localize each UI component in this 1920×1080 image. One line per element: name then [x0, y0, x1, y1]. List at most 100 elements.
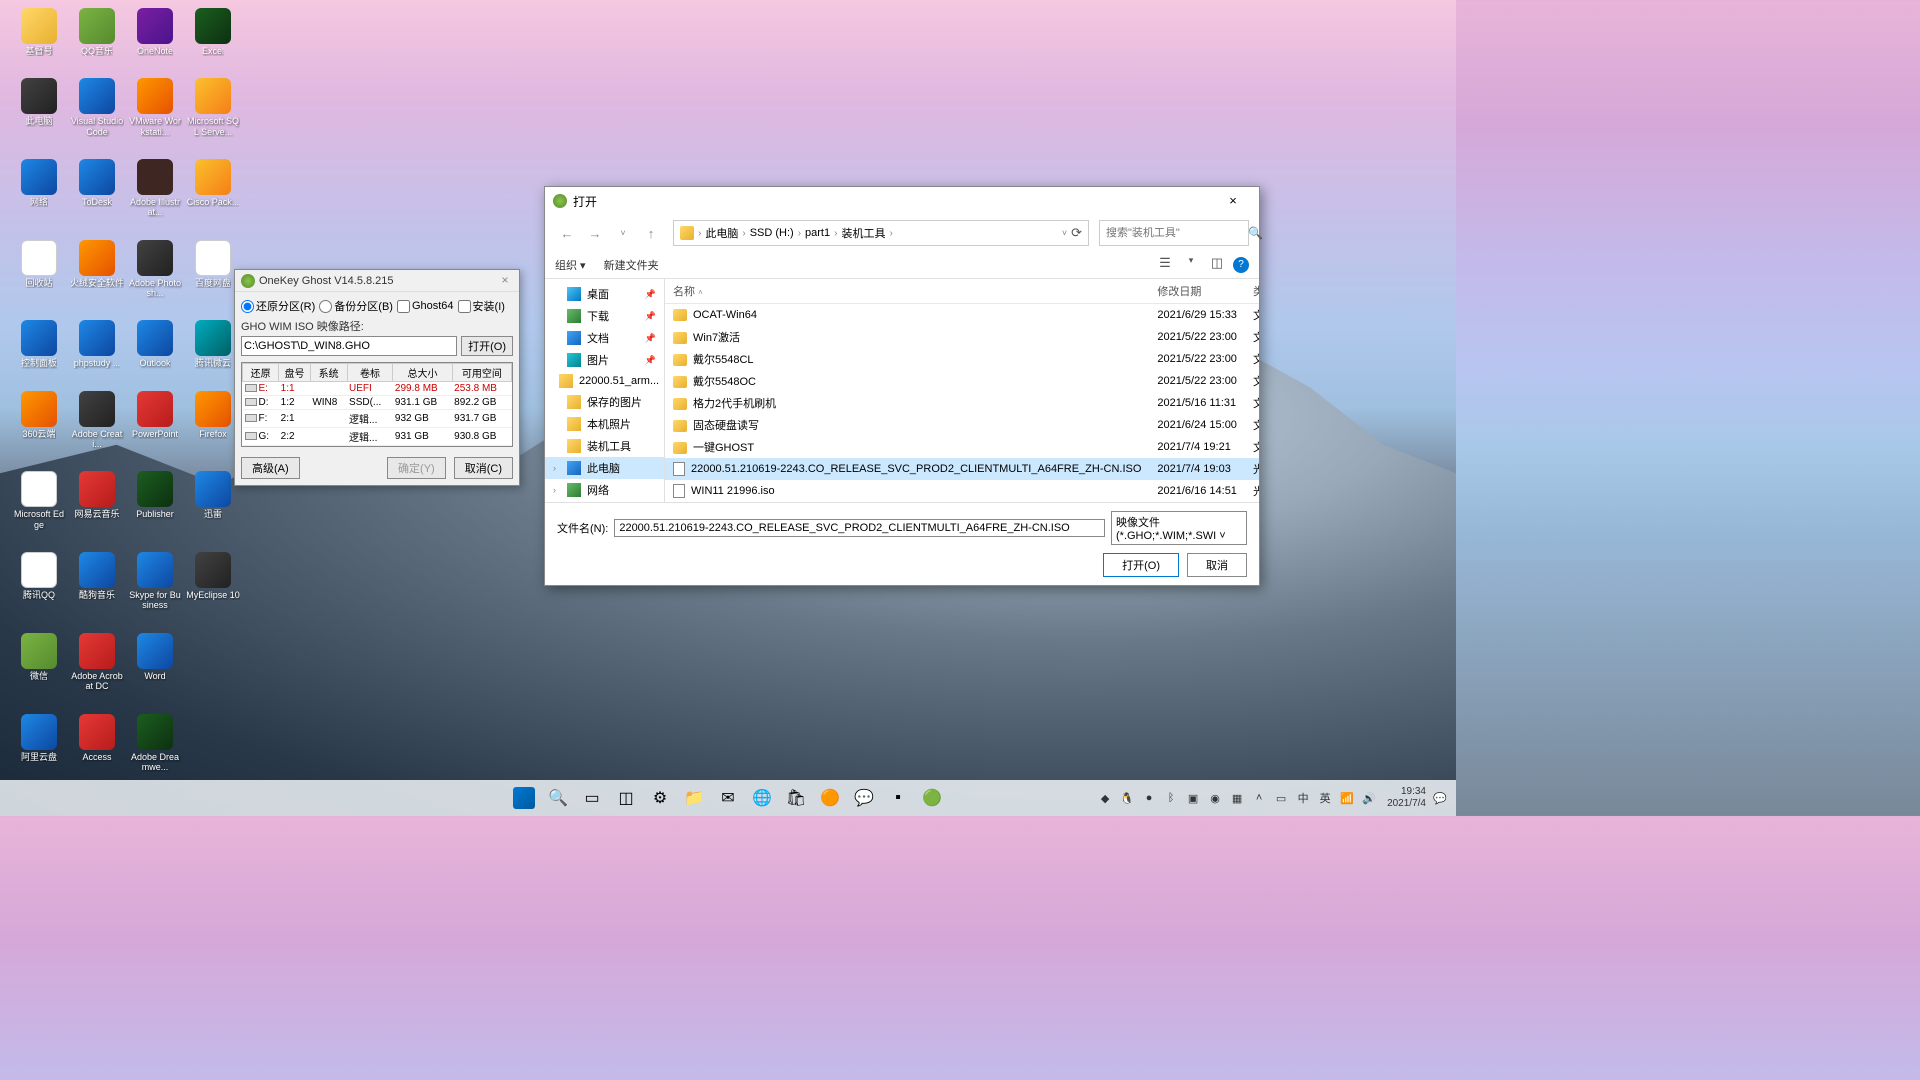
widgets-button[interactable]: ◫ [611, 783, 641, 813]
open-image-button[interactable]: 打开(O) [461, 336, 513, 356]
desktop-icon[interactable]: 回收站 [12, 240, 66, 299]
edge-button[interactable]: 🌐 [747, 783, 777, 813]
file-row[interactable]: 戴尔5548CL2021/5/22 23:00文件夹 [665, 348, 1259, 370]
desktop-icon[interactable]: Word [128, 633, 182, 692]
onekey-ghost-button[interactable]: 🟢 [917, 783, 947, 813]
search-button[interactable]: 🔍 [543, 783, 573, 813]
filedlg-titlebar[interactable]: 打开 × [545, 187, 1259, 215]
store-button[interactable]: 🛍 [781, 783, 811, 813]
backup-radio[interactable]: 备份分区(B) [319, 298, 393, 314]
tray-wifi-icon[interactable]: 📶 [1339, 790, 1355, 806]
sidebar-item[interactable]: 下载📌 [545, 305, 664, 327]
task-view-button[interactable]: ▭ [577, 783, 607, 813]
file-row[interactable]: 22000.51.210619-2243.CO_RELEASE_SVC_PROD… [665, 458, 1259, 480]
close-icon[interactable]: × [1215, 190, 1251, 212]
desktop-icon[interactable]: phpstudy ... [70, 320, 124, 368]
desktop-icon[interactable]: 腾讯微云 [186, 320, 240, 368]
refresh-icon[interactable]: ⟳ [1071, 225, 1082, 241]
install-checkbox[interactable]: 安装(I) [458, 298, 505, 314]
desktop-icon[interactable]: 腾讯QQ [12, 552, 66, 611]
advanced-button[interactable]: 高级(A) [241, 457, 300, 479]
search-box[interactable]: 🔍 [1099, 220, 1249, 246]
close-icon[interactable]: × [497, 273, 513, 289]
desktop-icon[interactable]: Cisco Pack... [186, 159, 240, 218]
cancel-button[interactable]: 取消(C) [454, 457, 513, 479]
ok-button[interactable]: 确定(Y) [387, 457, 446, 479]
tray-volume-icon[interactable]: 🔊 [1361, 790, 1377, 806]
tray-bluetooth-icon[interactable]: ᛒ [1163, 790, 1179, 806]
desktop-icon[interactable]: MyEclipse 10 [186, 552, 240, 611]
desktop-icon[interactable]: 基督号 [12, 8, 66, 56]
tray-icon[interactable]: ▦ [1229, 790, 1245, 806]
up-icon[interactable]: ↑ [639, 221, 663, 245]
mail-button[interactable]: ✉ [713, 783, 743, 813]
explorer-button[interactable]: 📁 [679, 783, 709, 813]
tray-icon[interactable]: ● [1141, 790, 1157, 806]
help-icon[interactable]: ? [1233, 257, 1249, 273]
preview-pane-icon[interactable]: ◫ [1207, 255, 1227, 275]
desktop-icon[interactable]: 网易云音乐 [70, 471, 124, 530]
desktop-icon[interactable]: Excel [186, 8, 240, 56]
desktop-icon[interactable]: Publisher [128, 471, 182, 530]
app-button-1[interactable]: 🟠 [815, 783, 845, 813]
tray-qq-icon[interactable]: 🐧 [1119, 790, 1135, 806]
file-list[interactable]: 名称 ˄ 修改日期 类型 OCAT-Win642021/6/29 15:33文件… [665, 279, 1259, 502]
notifications-icon[interactable]: 💬 [1432, 790, 1448, 806]
desktop-icon[interactable]: Access [70, 714, 124, 773]
sidebar-item[interactable]: 22000.51_arm... [545, 371, 664, 391]
settings-button[interactable]: ⚙ [645, 783, 675, 813]
cancel-button[interactable]: 取消 [1187, 553, 1247, 577]
view-list-icon[interactable]: ☰ [1155, 255, 1175, 275]
desktop-icon[interactable]: 酷狗音乐 [70, 552, 124, 611]
desktop-icon[interactable]: 此电脑 [12, 78, 66, 137]
desktop-icon[interactable]: 百度网盘 [186, 240, 240, 299]
desktop-icon[interactable]: QQ音乐 [70, 8, 124, 56]
desktop-icon[interactable]: Outlook [128, 320, 182, 368]
tray-icon[interactable]: ◆ [1097, 790, 1113, 806]
sidebar-item[interactable]: 文档📌 [545, 327, 664, 349]
ime-indicator[interactable]: 中 [1295, 790, 1311, 806]
desktop-icon[interactable]: Adobe Photosh... [128, 240, 182, 299]
desktop-icon[interactable]: Microsoft SQL Serve... [186, 78, 240, 137]
file-row[interactable]: WIN11 21996.iso2021/6/16 14:51光盘映像文件 [665, 480, 1259, 502]
desktop-icon[interactable]: Adobe Dreamwe... [128, 714, 182, 773]
view-dropdown-icon[interactable]: ▾ [1181, 255, 1201, 275]
crumb-current[interactable]: 装机工具 [841, 225, 885, 241]
wechat-button[interactable]: 💬 [849, 783, 879, 813]
desktop-icon[interactable]: Adobe Illustrat... [128, 159, 182, 218]
sidebar-item[interactable]: 保存的图片 [545, 391, 664, 413]
search-icon[interactable]: 🔍 [1248, 226, 1263, 240]
file-row[interactable]: 格力2代手机刷机2021/5/16 11:31文件夹 [665, 392, 1259, 414]
desktop-icon[interactable]: Firefox [186, 391, 240, 450]
filename-input[interactable] [614, 519, 1105, 537]
open-button[interactable]: 打开(O) [1103, 553, 1179, 577]
dropdown-icon[interactable]: ˅ [1062, 228, 1067, 238]
recent-dropdown-icon[interactable]: ˅ [611, 221, 635, 245]
desktop-icon[interactable]: 迅雷 [186, 471, 240, 530]
clock[interactable]: 19:342021/7/4 [1387, 786, 1426, 810]
desktop-icon[interactable]: Adobe Creati... [70, 391, 124, 450]
desktop-icon[interactable]: Skype for Business [128, 552, 182, 611]
crumb-pc[interactable]: 此电脑 [705, 225, 738, 241]
col-date[interactable]: 修改日期 [1149, 279, 1245, 304]
partition-row[interactable]: F:2:1逻辑...932 GB931.7 GB [243, 410, 512, 428]
desktop-icon[interactable]: 网络 [12, 159, 66, 218]
sidebar-item[interactable]: 图片📌 [545, 349, 664, 371]
desktop-icon[interactable]: ToDesk [70, 159, 124, 218]
desktop-icon[interactable]: PowerPoint [128, 391, 182, 450]
desktop-icon[interactable]: 微信 [12, 633, 66, 692]
desktop-icon[interactable]: Microsoft Edge [12, 471, 66, 530]
restore-radio[interactable]: 还原分区(R) [241, 298, 315, 314]
sidebar-item[interactable]: 装机工具 [545, 435, 664, 457]
crumb-drive[interactable]: SSD (H:) [750, 227, 794, 239]
start-button[interactable] [509, 783, 539, 813]
file-row[interactable]: 一键GHOST2021/7/4 19:21文件夹 [665, 436, 1259, 458]
tray-icon[interactable]: ▣ [1185, 790, 1201, 806]
file-row[interactable]: OCAT-Win642021/6/29 15:33文件夹 [665, 304, 1259, 327]
sidebar-item[interactable]: 本机照片 [545, 413, 664, 435]
col-type[interactable]: 类型 [1245, 279, 1259, 304]
desktop-icon[interactable]: OneNote [128, 8, 182, 56]
desktop-icon[interactable]: Visual Studio Code [70, 78, 124, 137]
sidebar-item[interactable]: ›网络 [545, 479, 664, 501]
search-input[interactable] [1106, 227, 1248, 239]
